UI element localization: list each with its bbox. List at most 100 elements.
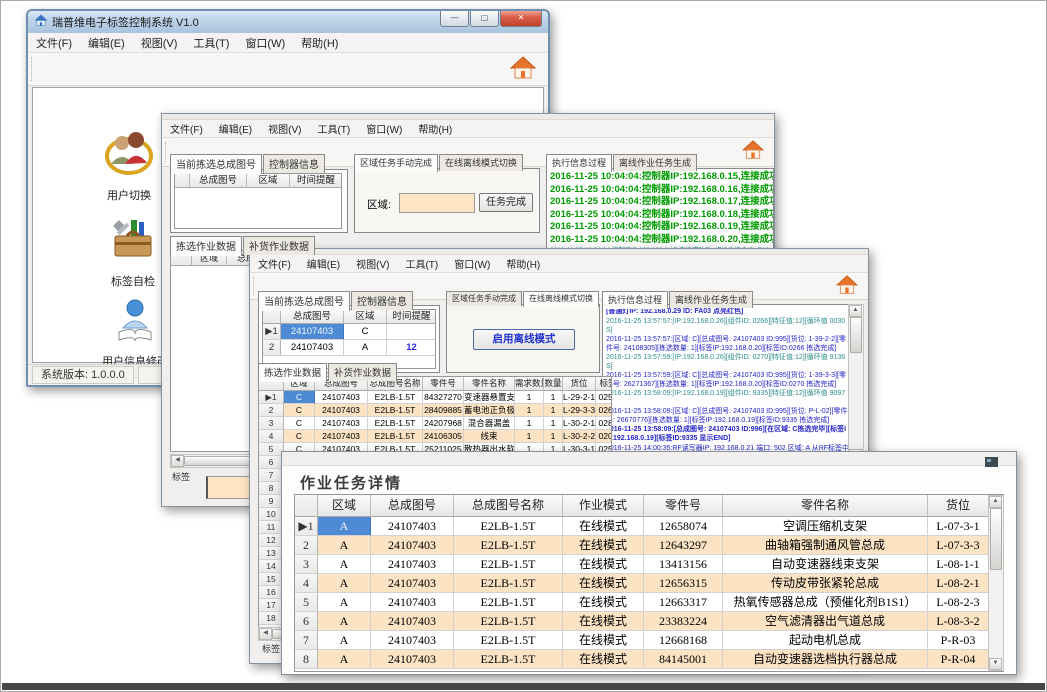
grid-cell[interactable]: 0285	[596, 417, 612, 430]
grid-cell[interactable]: 线束	[464, 430, 515, 443]
grid-cell[interactable]: 货位	[563, 377, 596, 391]
grid-cell[interactable]: 12643297	[644, 536, 723, 555]
grid-cell[interactable]: 24107403	[281, 324, 344, 340]
grid-cell[interactable]: E2LB-1.5T	[368, 430, 423, 443]
grid-cell[interactable]: 标签	[596, 377, 612, 391]
grid-cell[interactable]: 3	[259, 417, 284, 430]
grid-cell[interactable]: 24107403	[371, 612, 454, 631]
grid-cell[interactable]: E2LB-1.5T	[454, 536, 563, 555]
grid-cell[interactable]: 5	[295, 593, 318, 612]
tab-active[interactable]: 当前拣选总成图号	[258, 291, 350, 311]
grid-cell[interactable]: 24107403	[371, 650, 454, 669]
grid-cell[interactable]: A	[318, 593, 371, 612]
grid-cell[interactable]: ▶1	[263, 324, 281, 340]
table-row[interactable]: 4C24107403E2LB-1.5T24106305线束11L-30-2-20…	[259, 430, 611, 443]
tab-active[interactable]: 拣选作业数据	[258, 363, 327, 382]
table-row[interactable]: 5A24107403E2LB-1.5T在线模式12663317热氧传感器总成（预…	[295, 593, 1003, 612]
grid-cell[interactable]: C	[284, 391, 315, 404]
grid-cell[interactable]: E2LB-1.5T	[454, 650, 563, 669]
grid-cell[interactable]: 24107403	[371, 631, 454, 650]
grid-cell[interactable]: 0261	[596, 404, 612, 417]
grid-cell[interactable]: ▶1	[295, 517, 318, 536]
grid-cell[interactable]: 混合器漏盖	[464, 417, 515, 430]
grid-cell[interactable]: 1	[544, 430, 563, 443]
grid-cell[interactable]: 区域	[344, 310, 387, 324]
enable-offline-mode-button[interactable]: 启用离线模式	[473, 329, 575, 350]
grid-cell[interactable]: ▶1	[259, 391, 284, 404]
grid-cell[interactable]: 在线模式	[563, 612, 644, 631]
grid-cell[interactable]: 2	[263, 340, 281, 356]
grid-cell[interactable]: P-R-03	[928, 631, 989, 650]
table-row[interactable]: 4A24107403E2LB-1.5T在线模式12656315传动皮带张紧轮总成…	[295, 574, 1003, 593]
grid-cell[interactable]: 8	[295, 650, 318, 669]
table-row[interactable]: 6A24107403E2LB-1.5T在线模式23383224空气滤清器出气道总…	[295, 612, 1003, 631]
grid-cell[interactable]: 热氧传感器总成（预催化剂B1S1）	[723, 593, 928, 612]
grid-cell[interactable]: 时间提醒	[387, 310, 436, 324]
tab-active[interactable]: 执行信息过程	[546, 154, 612, 172]
grid-cell[interactable]: E2LB-1.5T	[454, 555, 563, 574]
grid-cell[interactable]: C	[284, 417, 315, 430]
tab-inactive[interactable]: 控制器信息	[351, 291, 413, 310]
grid-cell[interactable]: 零件名称	[464, 377, 515, 391]
grid-cell[interactable]: E2LB-1.5T	[454, 574, 563, 593]
grid-cell[interactable]: 84327270	[423, 391, 464, 404]
tab-inactive[interactable]: 补货作业数据	[328, 363, 397, 381]
home-icon[interactable]	[742, 140, 764, 165]
grid-cell[interactable]: E2LB-1.5T	[454, 612, 563, 631]
menu-item[interactable]: 编辑(E)	[80, 33, 133, 53]
tab-active[interactable]: 区域任务手动完成	[354, 154, 438, 172]
minimize-button[interactable]: —	[440, 11, 469, 27]
grid-cell[interactable]: 1	[544, 404, 563, 417]
tab-active[interactable]: 在线离线模式切换	[523, 291, 599, 307]
grid-cell[interactable]	[263, 310, 281, 324]
grid-cell[interactable]: L-30-2-1	[563, 417, 596, 430]
grid-cell[interactable]: 4	[295, 574, 318, 593]
grid-cell[interactable]: 作业模式	[563, 495, 644, 517]
menu-item[interactable]: 窗口(W)	[446, 254, 498, 273]
grid-cell[interactable]: 23383224	[644, 612, 723, 631]
grid-cell[interactable]: 蓄电池正负极电…	[464, 404, 515, 417]
tab-inactive[interactable]: 离线作业任务生成	[613, 154, 697, 171]
grid-cell[interactable]: 1	[515, 391, 544, 404]
grid-cell[interactable]: 24107403	[281, 340, 344, 356]
grid-cell[interactable]: 12658074	[644, 517, 723, 536]
menu-item[interactable]: 文件(F)	[250, 254, 299, 273]
grid-cell[interactable]: L-30-2-2	[563, 430, 596, 443]
grid-cell[interactable]: 2	[259, 404, 284, 417]
task-done-button[interactable]: 任务完成	[479, 193, 533, 212]
grid-cell[interactable]: 24107403	[315, 404, 368, 417]
table-row[interactable]: 224107403A12	[263, 340, 435, 356]
grid-cell[interactable]: 总成图号	[281, 310, 344, 324]
grid-cell[interactable]: 在线模式	[563, 593, 644, 612]
grid-cell[interactable]	[175, 174, 190, 188]
grid-cell[interactable]: 24107403	[371, 536, 454, 555]
grid-cell[interactable]: E2LB-1.5T	[368, 404, 423, 417]
grid-cell[interactable]: L-08-2-3	[928, 593, 989, 612]
grid-cell[interactable]: 24107403	[371, 555, 454, 574]
table-row[interactable]: ▶1C24107403E2LB-1.5T84327270变速器悬置支架…11L-…	[259, 391, 611, 404]
menu-item[interactable]: 工具(T)	[397, 254, 446, 273]
tab-inactive[interactable]: 补货作业数据	[243, 236, 315, 255]
grid-cell[interactable]: 起动电机总成	[723, 631, 928, 650]
grid-cell[interactable]: P-R-04	[928, 650, 989, 669]
tab-inactive[interactable]: 控制器信息	[263, 154, 325, 173]
window4-corner-icon[interactable]	[985, 454, 998, 472]
grid-cell[interactable]: A	[318, 536, 371, 555]
grid-cell[interactable]: 13413156	[644, 555, 723, 574]
window4-titlebar[interactable]	[282, 452, 1016, 466]
tab-inactive[interactable]: 在线离线模式切换	[439, 154, 523, 171]
grid-cell[interactable]: 区域	[318, 495, 371, 517]
grid-cell[interactable]: A	[318, 517, 371, 536]
menu-item[interactable]: 帮助(H)	[498, 254, 548, 273]
main-titlebar[interactable]: 瑞普维电子标签控制系统 V1.0 — ▢ ✕	[28, 11, 548, 33]
grid-cell[interactable]: L-07-3-3	[928, 536, 989, 555]
grid-cell[interactable]: 28409885	[423, 404, 464, 417]
grid-cell[interactable]: A	[318, 650, 371, 669]
vertical-scrollbar[interactable]: ▲ ▼	[848, 304, 864, 462]
grid-cell[interactable]: 12656315	[644, 574, 723, 593]
table-row[interactable]: ▶124107403C	[263, 324, 435, 340]
grid-cell[interactable]: 在线模式	[563, 650, 644, 669]
grid-cell[interactable]: C	[344, 324, 387, 340]
table-row[interactable]: 3C24107403E2LB-1.5T24207968混合器漏盖11L-30-2…	[259, 417, 611, 430]
menu-item[interactable]: 工具(T)	[309, 119, 358, 138]
